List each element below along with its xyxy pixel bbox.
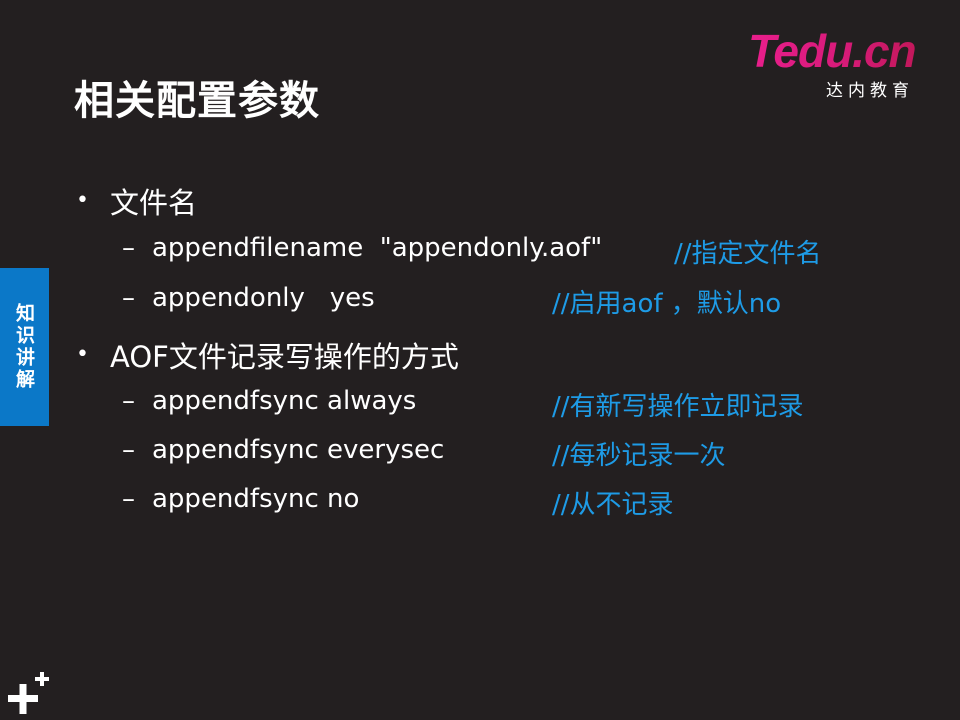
dash-marker: – — [122, 283, 135, 313]
dash-marker: – — [122, 435, 135, 465]
slide-title: 相关配置参数 — [74, 78, 320, 124]
slide: 相关配置参数 Tedu.cn 达内教育 知识讲解 • 文件名 – appendf… — [0, 0, 960, 720]
config-code: appendonly yes — [152, 283, 375, 313]
dash-marker: – — [122, 386, 135, 416]
logo-sub-text: 达内教育 — [826, 81, 914, 101]
dash-marker: – — [122, 484, 135, 514]
config-comment: //启用aof ，默认no — [552, 289, 782, 319]
bullet-item: • AOF文件记录写操作的方式 — [76, 334, 459, 376]
sub-item: – appendfsync no //从不记录 — [122, 484, 942, 520]
config-comment: //从不记录 — [552, 490, 674, 520]
bullet-heading: AOF文件记录写操作的方式 — [110, 340, 459, 374]
config-code: appendfsync always — [152, 386, 417, 416]
sub-item: – appendfsync always //有新写操作立即记录 — [122, 386, 942, 422]
bullet-item: • 文件名 — [76, 180, 197, 222]
side-tab: 知识讲解 — [0, 268, 49, 426]
side-tab-label: 知识讲解 — [13, 303, 35, 391]
sub-item: – appendfilename "appendonly.aof" //指定文件… — [122, 233, 942, 269]
config-code: appendfsync everysec — [152, 435, 445, 465]
sub-item: – appendfsync everysec //每秒记录一次 — [122, 435, 942, 471]
bullet-dot: • — [76, 342, 89, 367]
config-code: appendfsync no — [152, 484, 360, 514]
plus-icon — [8, 672, 49, 714]
config-code: appendfilename "appendonly.aof" — [152, 233, 603, 263]
config-comment: //有新写操作立即记录 — [552, 392, 804, 422]
tedu-logo: Tedu.cn 达内教育 — [748, 25, 928, 101]
config-comment: //指定文件名 — [674, 239, 822, 269]
bullet-heading: 文件名 — [110, 186, 198, 220]
logo-main-text: Tedu.cn — [748, 25, 917, 77]
dash-marker: – — [122, 233, 135, 263]
config-comment: //每秒记录一次 — [552, 441, 726, 471]
sub-item: – appendonly yes //启用aof ，默认no — [122, 283, 942, 319]
bullet-dot: • — [76, 188, 89, 213]
